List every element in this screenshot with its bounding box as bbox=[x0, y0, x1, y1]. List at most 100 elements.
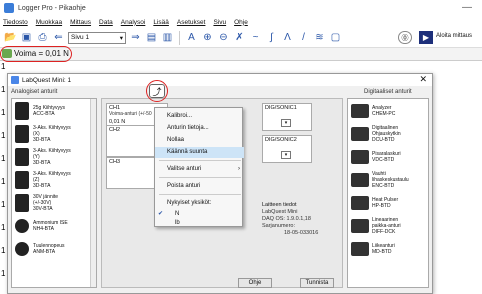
menu-item-unit-lb[interactable]: lb bbox=[155, 218, 244, 229]
list-item[interactable]: Pisaralaskuri VDC-BTD bbox=[348, 145, 428, 168]
channel-dig1[interactable]: DIG/SONIC1 ▾ bbox=[262, 103, 312, 131]
list-item[interactable]: Heat Pulser HP-BTD bbox=[348, 191, 428, 214]
print-icon[interactable]: ⎙ bbox=[36, 31, 49, 44]
page-select[interactable]: Sivu 1 ▾ bbox=[68, 31, 126, 44]
sensor-image-icon bbox=[351, 241, 369, 256]
analog-sensor-list[interactable]: 25g Kiihtyvyys ACC-BTA 3-Aks. Kiihtyvyys… bbox=[11, 98, 97, 288]
sensor-image-icon bbox=[351, 149, 369, 164]
open-icon[interactable]: 📂 bbox=[4, 31, 17, 44]
menu-analyze[interactable]: Analysoi bbox=[121, 19, 146, 26]
table-icon[interactable]: ▤ bbox=[145, 31, 158, 44]
menu-divider bbox=[159, 194, 241, 195]
sensor-label: 25g Kiihtyvyys ACC-BTA bbox=[33, 104, 65, 117]
menu-file[interactable]: Tiedosto bbox=[3, 19, 28, 26]
collect-label: Aloita mittaus bbox=[436, 33, 473, 39]
digital-sensor-list[interactable]: Analyzer CHEM-PC Digitaalinen Ohjauskytk… bbox=[347, 98, 429, 288]
sensor-label: Pisaralaskuri VDC-BTD bbox=[372, 150, 401, 163]
menu-data[interactable]: Data bbox=[99, 19, 113, 26]
menu-item-remove-sensor[interactable]: Poista anturi bbox=[155, 181, 244, 192]
app-icon bbox=[4, 3, 14, 13]
sensor-image-icon bbox=[351, 218, 369, 233]
menu-item-choose-sensor[interactable]: Valitse anturi › bbox=[155, 164, 244, 175]
menu-experiment[interactable]: Mittaus bbox=[70, 19, 91, 26]
list-item[interactable]: Tuulennopeus ANM-BTA bbox=[12, 237, 96, 260]
dig1-dropdown[interactable]: ▾ bbox=[281, 119, 291, 127]
list-item[interactable]: Liikeanturi MD-BTD bbox=[348, 237, 428, 260]
list-item[interactable]: 30V jännite (+/-30V) 30V-BTA bbox=[12, 191, 96, 214]
dialog-title: LabQuest Mini: 1 bbox=[22, 76, 72, 84]
curve-fit-icon[interactable]: ≋ bbox=[313, 31, 326, 44]
sensor-image-icon bbox=[15, 193, 29, 212]
serial-number: 18-05-033016 bbox=[284, 230, 319, 236]
sensor-label: Digitaalinen Ohjauskytkin DCU-BTD bbox=[372, 124, 401, 143]
list-item[interactable]: 3-Aks. Kiihtyvyys (X) 3D-BTA bbox=[12, 122, 96, 145]
graph-icon[interactable]: ▥ bbox=[161, 31, 174, 44]
list-item[interactable]: Lineaarinen paikka-anturi DIFF-DCK bbox=[348, 214, 428, 237]
sensor-label: Heat Pulser HP-BTD bbox=[372, 196, 399, 209]
menu-item-calibrate[interactable]: Kalibroi... bbox=[155, 111, 244, 122]
sensor-label: Lineaarinen paikka-anturi DIFF-DCK bbox=[372, 216, 401, 235]
sensor-image-icon bbox=[351, 126, 369, 141]
sensor-label: 3-Aks. Kiihtyvyys (Y) 3D-BTA bbox=[33, 147, 71, 166]
device-info: Laitteen tiedot LabQuest Mini DAQ OS: 1.… bbox=[262, 202, 318, 237]
analog-heading: Analogiset anturit bbox=[11, 89, 58, 95]
sensor-label: 3-Aks. Kiihtyvyys (Z) 3D-BTA bbox=[33, 170, 71, 189]
device-info-heading: Laitteen tiedot bbox=[262, 202, 297, 208]
menu-divider bbox=[159, 160, 241, 161]
identify-button[interactable]: Tunnista bbox=[300, 278, 334, 288]
statistics-icon[interactable]: Λ bbox=[281, 31, 294, 44]
sensor-label: 30V jännite (+/-30V) 30V-BTA bbox=[33, 193, 59, 212]
autoscale-icon[interactable]: A bbox=[185, 31, 198, 44]
unit-n-label: N bbox=[175, 211, 180, 217]
list-item[interactable]: Ammonium ISE NH4-BTA bbox=[12, 214, 96, 237]
list-item[interactable]: Vauhti lihaskeskustaulu ENC-BTD bbox=[348, 168, 428, 191]
zoom-out-icon[interactable]: ⊖ bbox=[217, 31, 230, 44]
menu-item-reverse-direction[interactable]: Käännä suunta bbox=[155, 147, 244, 158]
menu-edit[interactable]: Muokkaa bbox=[36, 19, 62, 26]
menu-help[interactable]: Ohje bbox=[234, 19, 248, 26]
linear-fit-icon[interactable]: / bbox=[297, 31, 310, 44]
sensor-image-icon bbox=[351, 172, 369, 187]
device-name: LabQuest Mini bbox=[262, 209, 298, 215]
next-page-icon[interactable]: ⇒ bbox=[129, 31, 142, 44]
page-select-value: Sivu 1 bbox=[71, 34, 90, 41]
back-arrow-icon[interactable]: ⇐ bbox=[52, 31, 65, 44]
minimize-button[interactable]: — bbox=[462, 2, 472, 13]
channel-dig2[interactable]: DIG/SONIC2 ▾ bbox=[262, 135, 312, 163]
sensor-image-icon bbox=[15, 218, 29, 233]
menu-item-zero[interactable]: Nollaa bbox=[155, 135, 244, 146]
sensor-image-icon bbox=[15, 101, 29, 120]
close-icon[interactable]: ✕ bbox=[419, 74, 427, 85]
menu-insert[interactable]: Lisää bbox=[153, 19, 169, 26]
toolbar-divider bbox=[179, 30, 180, 45]
menu-page[interactable]: Sivu bbox=[213, 19, 226, 26]
list-item[interactable]: 3-Aks. Kiihtyvyys (Z) 3D-BTA bbox=[12, 168, 96, 191]
lab-interface-icon[interactable]: ▢ bbox=[329, 31, 342, 44]
zoom-in-icon[interactable]: ⊕ bbox=[201, 31, 214, 44]
list-item[interactable]: 3-Aks. Kiihtyvyys (Y) 3D-BTA bbox=[12, 145, 96, 168]
integral-icon[interactable]: ∫ bbox=[265, 31, 278, 44]
list-item[interactable]: Analyzer CHEM-PC bbox=[348, 99, 428, 122]
dig1-label: DIG/SONIC1 bbox=[265, 105, 297, 111]
dig2-dropdown[interactable]: ▾ bbox=[281, 151, 291, 159]
serial-label: Sarjanumero: bbox=[262, 223, 296, 229]
collect-button[interactable]: ▶ bbox=[419, 31, 433, 44]
help-button[interactable]: Ohje bbox=[238, 278, 272, 288]
window-title: Logger Pro - Pikaohje bbox=[18, 4, 86, 12]
menu-item-sensor-info[interactable]: Anturin tietoja... bbox=[155, 123, 244, 134]
chevron-right-icon: › bbox=[238, 166, 240, 172]
logger-pro-window: Logger Pro - Pikaohje — Tiedosto Muokkaa… bbox=[0, 0, 482, 294]
save-icon[interactable]: ▣ bbox=[20, 31, 33, 44]
examine-icon[interactable]: ✗ bbox=[233, 31, 246, 44]
sensor-label: Ammonium ISE NH4-BTA bbox=[33, 219, 68, 232]
context-menu: Kalibroi... Anturin tietoja... Nollaa Kä… bbox=[154, 107, 244, 229]
zero-button[interactable]: ⓪ bbox=[398, 31, 412, 44]
sensor-image-icon bbox=[15, 241, 29, 256]
menu-options[interactable]: Asetukset bbox=[177, 19, 206, 26]
analog-scrollbar[interactable] bbox=[90, 99, 96, 287]
sensor-label: Vauhti lihaskeskustaulu ENC-BTD bbox=[372, 170, 409, 189]
list-item[interactable]: Digitaalinen Ohjauskytkin DCU-BTD bbox=[348, 122, 428, 145]
tangent-icon[interactable]: ~ bbox=[249, 31, 262, 44]
list-item[interactable]: 25g Kiihtyvyys ACC-BTA bbox=[12, 99, 96, 122]
sensor-label: Analyzer CHEM-PC bbox=[372, 104, 396, 117]
